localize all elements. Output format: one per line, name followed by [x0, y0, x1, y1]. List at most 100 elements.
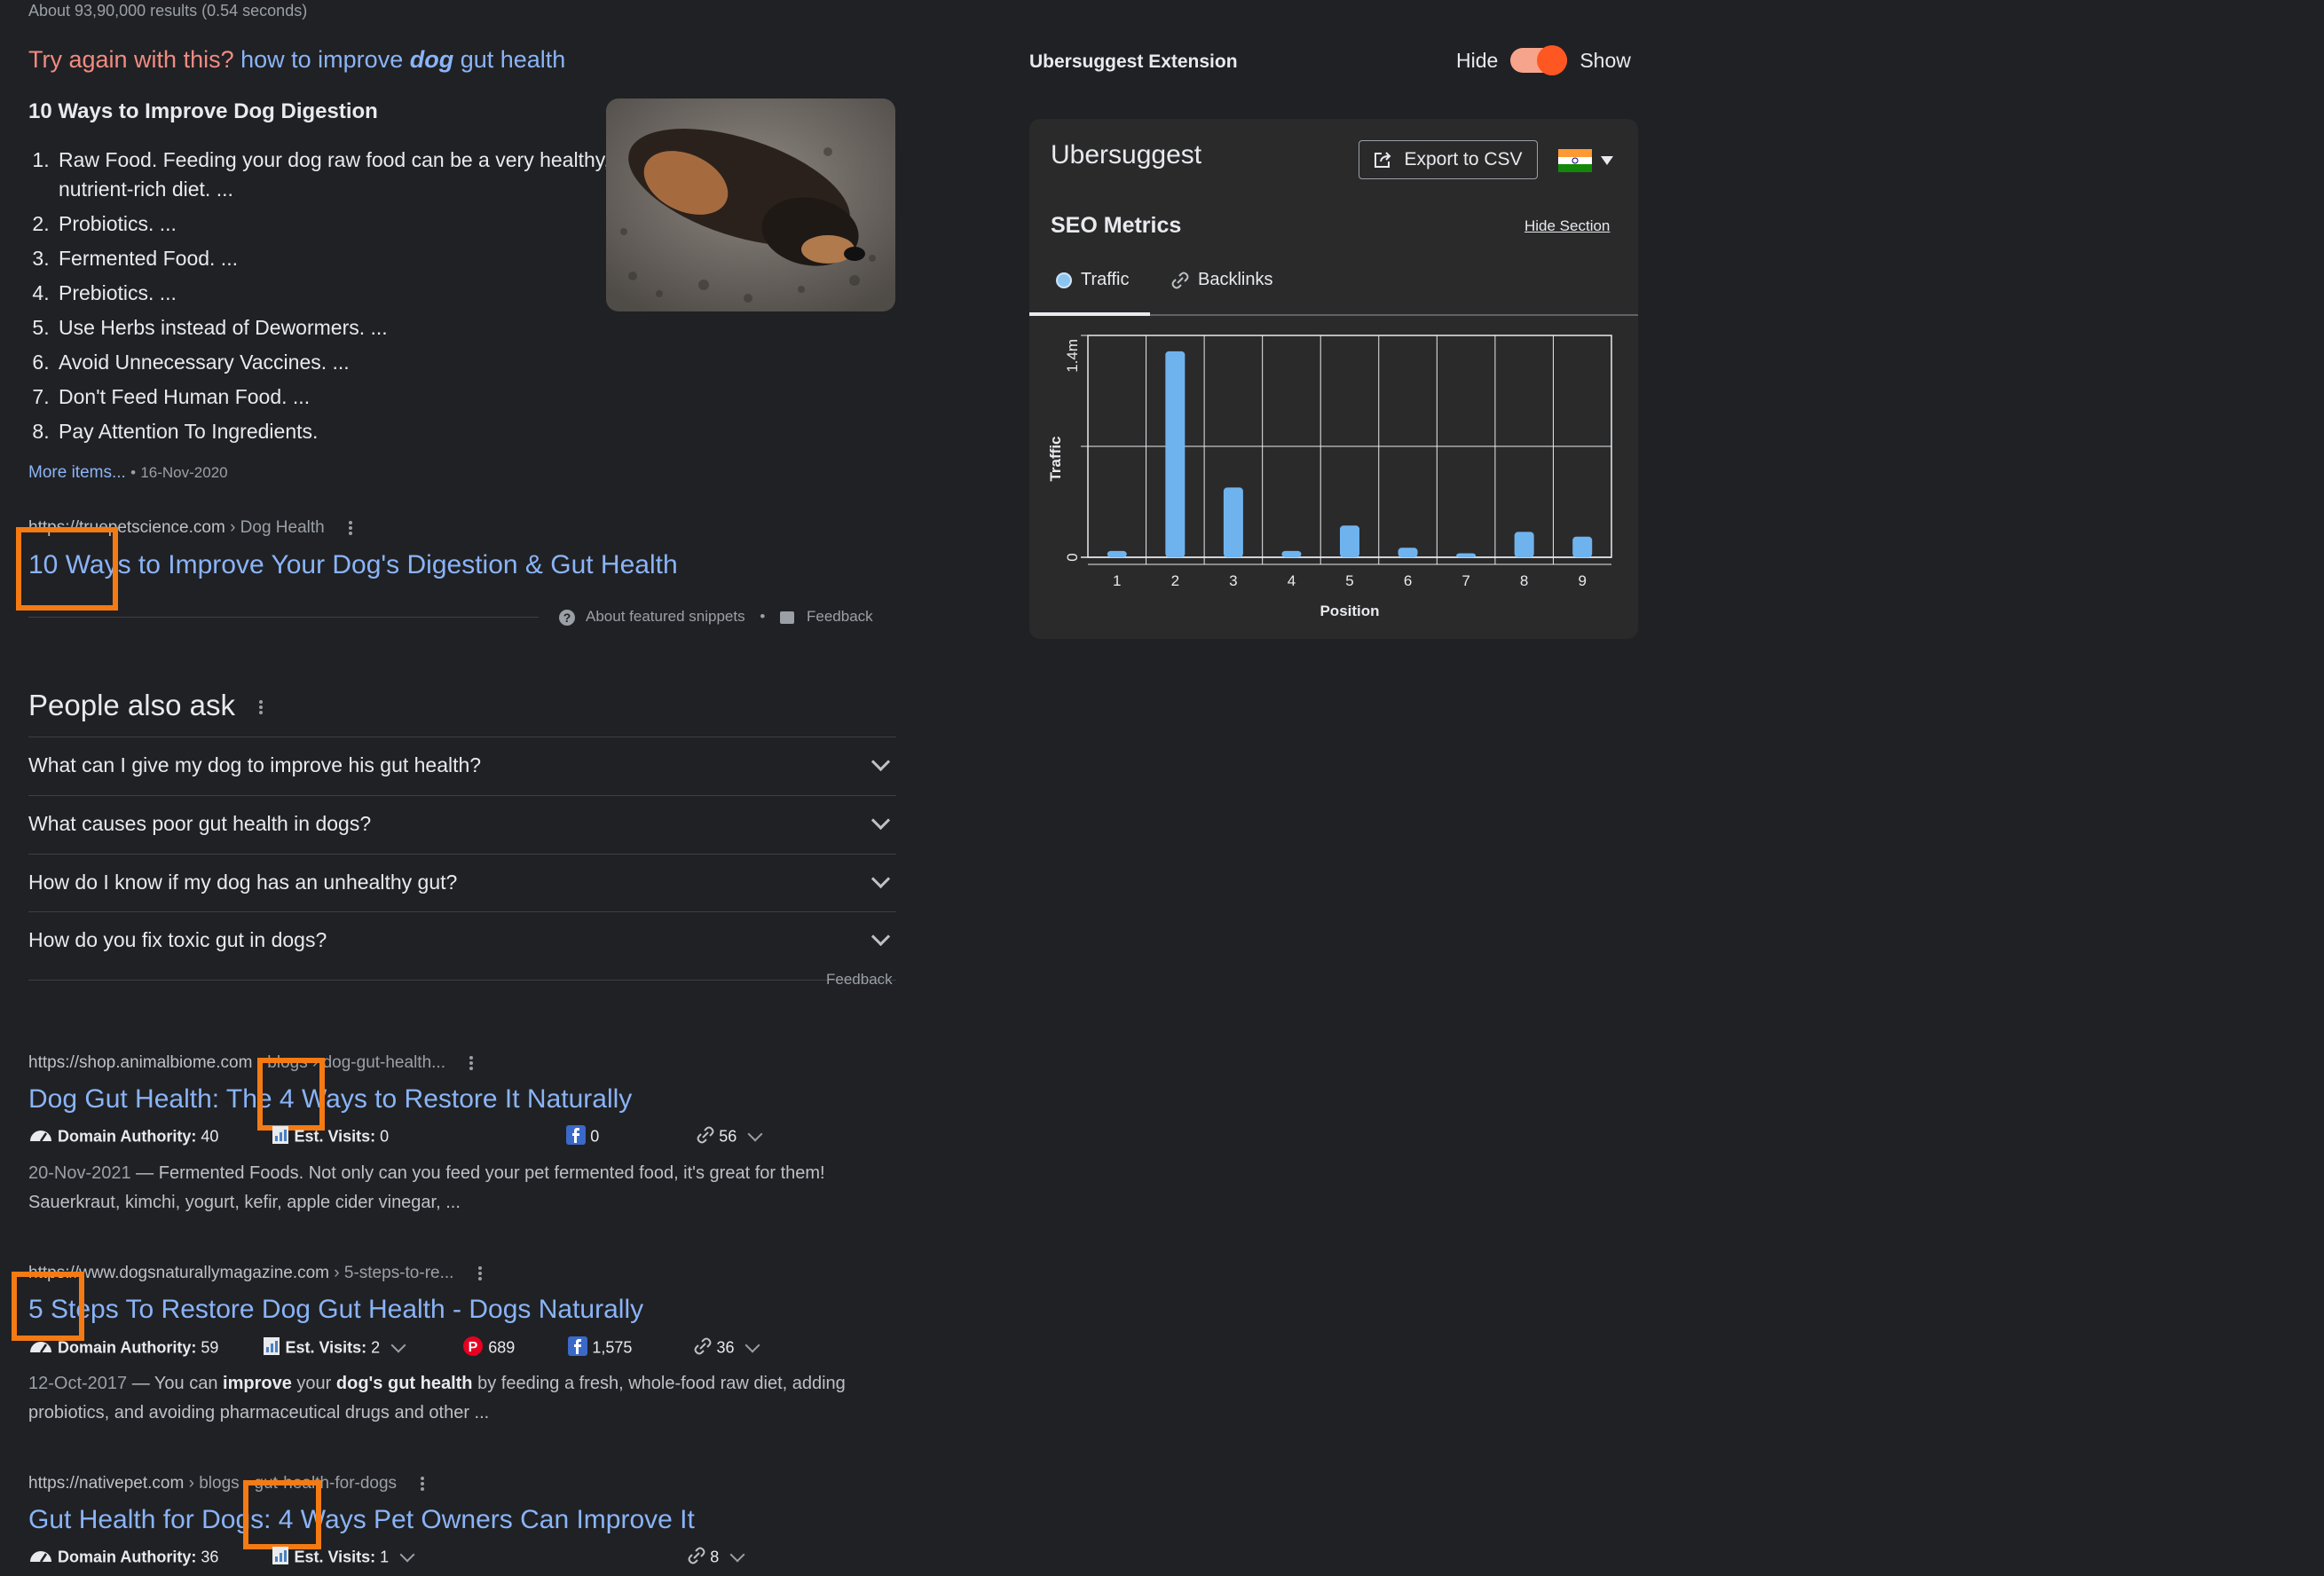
url-domain: https://shop.animalbiome.com: [28, 1053, 253, 1072]
list-item: Avoid Unnecessary Vaccines. ...: [55, 348, 623, 377]
backlinks-count: 36: [716, 1338, 735, 1357]
y-tick-label: 1.4m: [1064, 339, 1081, 373]
highlight-box: [16, 527, 118, 611]
est-visits-label: Est. Visits:: [294, 1127, 376, 1146]
show-hide-toggle[interactable]: [1510, 45, 1568, 75]
chevron-down-icon[interactable]: [729, 1547, 745, 1562]
paa-question[interactable]: What causes poor gut health in dogs?: [28, 795, 896, 852]
suggest-text-after: gut health: [453, 46, 566, 73]
visits-icon: [272, 1125, 289, 1149]
result-url[interactable]: https://shop.animalbiome.com › blogs › d…: [28, 1053, 475, 1073]
y-tick-label: 0: [1064, 553, 1081, 561]
feedback-button[interactable]: Feedback: [780, 608, 873, 625]
more-options-icon[interactable]: [421, 1475, 426, 1493]
featured-result-title[interactable]: 10 Ways to Improve Your Dog's Digestion …: [28, 550, 678, 580]
url-breadcrumb: › 5-steps-to-re...: [334, 1264, 454, 1282]
bar-position-3[interactable]: [1223, 487, 1243, 557]
chart-bars: [1107, 351, 1593, 557]
export-label: Export to CSV: [1404, 149, 1523, 169]
tab-backlinks[interactable]: Backlinks: [1171, 270, 1272, 290]
about-snippets-button[interactable]: ? About featured snippets: [559, 608, 745, 626]
x-tick-label: 3: [1229, 572, 1237, 589]
paa-question[interactable]: What can I give my dog to improve his gu…: [28, 737, 896, 793]
result-title[interactable]: 5 Steps To Restore Dog Gut Health - Dogs…: [28, 1295, 643, 1325]
result-url[interactable]: https://www.dogsnaturallymagazine.com › …: [28, 1264, 484, 1283]
paa-question[interactable]: How do you fix toxic gut in dogs?: [28, 911, 896, 968]
paa-question-text: What can I give my dog to improve his gu…: [28, 753, 482, 776]
more-options-icon[interactable]: [469, 1054, 475, 1072]
seo-metrics-row: Domain Authority: 36 Est. Visits: 1 8: [28, 1546, 745, 1570]
facebook-icon: [566, 1125, 587, 1149]
snippet-date: 16-Nov-2020: [140, 464, 228, 481]
result-url[interactable]: https://nativepet.com › blogs › gut-heal…: [28, 1474, 426, 1493]
domain-authority-value: 36: [201, 1548, 219, 1566]
bar-position-1[interactable]: [1107, 550, 1127, 557]
tab-traffic-label: Traffic: [1081, 270, 1130, 289]
facebook-shares: 1,575: [592, 1338, 633, 1357]
visibility-toggle-row: Hide Show: [1456, 45, 1631, 75]
domain-authority-value: 40: [201, 1127, 219, 1146]
bar-position-5[interactable]: [1340, 525, 1359, 557]
seo-metrics-title: SEO Metrics: [1051, 213, 1182, 238]
more-items-link[interactable]: More items...: [28, 463, 126, 482]
tab-traffic[interactable]: Traffic: [1056, 270, 1129, 290]
separator: •: [760, 608, 766, 625]
snippet-footer: ? About featured snippets • Feedback: [559, 608, 873, 626]
chevron-down-icon[interactable]: [744, 1337, 760, 1352]
export-csv-button[interactable]: Export to CSV: [1359, 140, 1538, 179]
result-snippet: 20-Nov-2021 — Fermented Foods. Not only …: [28, 1159, 863, 1217]
chevron-down-icon[interactable]: [399, 1547, 415, 1562]
bar-position-4[interactable]: [1281, 550, 1302, 557]
visits-icon: [263, 1336, 280, 1360]
bar-position-9[interactable]: [1572, 536, 1593, 557]
bar-position-6[interactable]: [1398, 548, 1418, 557]
suggest-text-bold: dog: [409, 46, 454, 73]
link-icon: [697, 1126, 714, 1148]
paa-question-text: What causes poor gut health in dogs?: [28, 812, 372, 835]
people-also-ask-title: People also ask: [28, 689, 264, 722]
result-title[interactable]: Gut Health for Dogs: 4 Ways Pet Owners C…: [28, 1505, 695, 1535]
backlinks-count: 56: [719, 1127, 737, 1146]
result-title[interactable]: Dog Gut Health: The 4 Ways to Restore It…: [28, 1084, 632, 1115]
panel-title: Ubersuggest: [1051, 140, 1202, 169]
bar-position-2[interactable]: [1165, 351, 1186, 557]
featured-snippet-list: Raw Food. Feeding your dog raw food can …: [28, 146, 623, 452]
more-options-icon[interactable]: [349, 519, 354, 537]
highlight-box: [257, 1058, 325, 1131]
active-tab-indicator: [1029, 312, 1150, 316]
domain-authority-label: Domain Authority:: [58, 1127, 197, 1146]
chevron-down-icon[interactable]: [747, 1126, 763, 1141]
x-tick-label: 7: [1461, 572, 1469, 589]
snippet-date: 12-Oct-2017: [28, 1374, 128, 1393]
more-options-icon[interactable]: [477, 1265, 484, 1282]
caret-down-icon[interactable]: [1601, 156, 1613, 165]
hide-section-link[interactable]: Hide Section: [1524, 217, 1610, 235]
chevron-down-icon: [871, 752, 891, 772]
est-visits-label: Est. Visits:: [294, 1548, 376, 1566]
paa-feedback-button[interactable]: Feedback: [826, 971, 893, 989]
more-items-row: More items... • 16-Nov-2020: [28, 463, 228, 483]
paa-title-text: People also ask: [28, 689, 235, 721]
pinterest-shares: 689: [488, 1338, 516, 1357]
est-visits-value: 2: [371, 1338, 381, 1357]
suggest-text-before: how to improve: [240, 46, 410, 73]
seo-metrics-row: Domain Authority: 59 Est. Visits: 2 P 68…: [28, 1336, 760, 1361]
featured-snippet-image[interactable]: [606, 98, 895, 311]
suggested-query-link[interactable]: how to improve dog gut health: [240, 46, 565, 73]
highlight-box: [12, 1272, 84, 1341]
bullet: •: [130, 464, 137, 481]
list-item: Use Herbs instead of Dewormers. ...: [55, 313, 623, 343]
chevron-down-icon[interactable]: [390, 1337, 406, 1352]
bar-position-7[interactable]: [1456, 553, 1477, 557]
bar-position-8[interactable]: [1514, 532, 1534, 557]
est-visits-label: Est. Visits:: [285, 1338, 367, 1357]
list-item: Don't Feed Human Food. ...: [55, 382, 623, 412]
est-visits-value: 0: [380, 1127, 390, 1146]
more-options-icon[interactable]: [259, 698, 264, 716]
x-axis-ticks: 1 2 3 4 5 6 7 8 9: [1113, 572, 1587, 589]
chevron-down-icon: [871, 810, 891, 831]
paa-question[interactable]: How do I know if my dog has an unhealthy…: [28, 854, 896, 910]
india-flag-icon[interactable]: [1558, 149, 1592, 172]
paa-question-text: How do you fix toxic gut in dogs?: [28, 928, 327, 951]
authority-icon: [28, 1127, 53, 1147]
